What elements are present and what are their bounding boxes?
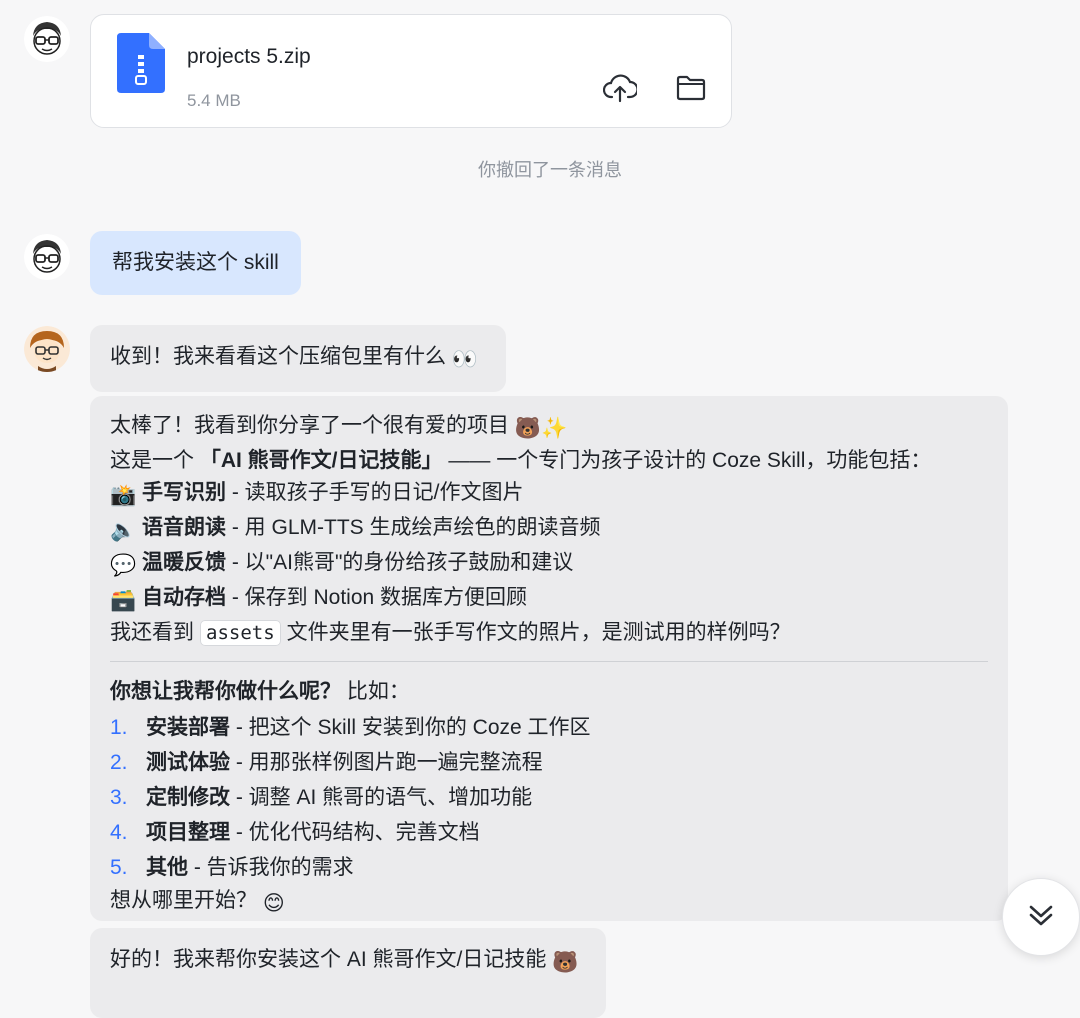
message-line: 我还看到 assets 文件夹里有一张手写作文的照片，是测试用的样例吗？	[110, 617, 988, 649]
bot-message-bubble: 太棒了！我看到你分享了一个很有爱的项目 🐻✨ 这是一个 「AI 熊哥作文/日记技…	[90, 396, 1008, 921]
question-heading: 你想让我帮你做什么呢？	[110, 680, 341, 703]
option-number: 5.	[110, 856, 128, 879]
option-title: 安装部署	[146, 716, 230, 739]
scroll-to-bottom-button[interactable]	[1002, 878, 1080, 956]
option-number: 2.	[110, 751, 128, 774]
option-title: 其他	[146, 856, 188, 879]
assets-suffix: 文件夹里有一张手写作文的照片，是测试用的样例吗？	[286, 621, 791, 644]
option-desc: - 用那张样例图片跑一遍完整流程	[230, 751, 543, 774]
bear-emoji: 🐻	[552, 951, 579, 974]
option-desc: - 把这个 Skill 安装到你的 Coze 工作区	[230, 716, 591, 739]
feature-title: 温暖反馈	[142, 551, 226, 574]
double-chevron-down-icon	[1027, 901, 1055, 934]
message-line: 这是一个 「AI 熊哥作文/日记技能」 —— 一个专门为孩子设计的 Coze S…	[110, 445, 988, 477]
option-number: 1.	[110, 716, 128, 739]
option-item: 3. 定制修改 - 调整 AI 熊哥的语气、增加功能	[110, 780, 988, 815]
feature-icon: 📸	[110, 484, 137, 507]
intro-prefix: 这是一个	[110, 449, 194, 472]
smile-emoji: 😊	[262, 892, 285, 915]
divider	[110, 661, 988, 662]
message-line: 太棒了！我看到你分享了一个很有爱的项目 🐻✨	[110, 410, 988, 445]
option-number: 3.	[110, 786, 128, 809]
option-item: 1. 安装部署 - 把这个 Skill 安装到你的 Coze 工作区	[110, 710, 988, 745]
user-avatar[interactable]	[24, 234, 70, 280]
option-item: 4. 项目整理 - 优化代码结构、完善文档	[110, 815, 988, 850]
bear-sparkles-emoji: 🐻✨	[514, 417, 568, 440]
option-desc: - 告诉我你的需求	[188, 856, 354, 879]
closing-text: 想从哪里开始？	[110, 889, 257, 912]
assets-prefix: 我还看到	[110, 621, 194, 644]
option-desc: - 优化代码结构、完善文档	[230, 821, 480, 844]
option-desc: - 调整 AI 熊哥的语气、增加功能	[230, 786, 533, 809]
user-message-bubble: 帮我安装这个 skill	[90, 231, 301, 295]
bot-message-bubble: 收到！我来看看这个压缩包里有什么 👀	[90, 325, 506, 392]
eyes-emoji: 👀	[451, 348, 478, 371]
skill-name: 「AI 熊哥作文/日记技能」	[199, 449, 443, 472]
feature-item: 🗃️ 自动存档 - 保存到 Notion 数据库方便回顾	[110, 582, 988, 617]
option-title: 定制修改	[146, 786, 230, 809]
bot-message-text: 好的！我来帮你安装这个 AI 熊哥作文/日记技能	[110, 948, 547, 971]
feature-icon: 🔈	[110, 519, 137, 542]
feature-icon: 🗃️	[110, 589, 137, 612]
bot-message-text: 收到！我来看看这个压缩包里有什么	[110, 345, 446, 368]
feature-list: 📸 手写识别 - 读取孩子手写的日记/作文图片 🔈 语音朗读 - 用 GLM-TT…	[110, 477, 988, 617]
option-item: 2. 测试体验 - 用那张样例图片跑一遍完整流程	[110, 745, 988, 780]
cloud-upload-icon[interactable]	[603, 71, 637, 105]
file-size: 5.4 MB	[187, 91, 241, 110]
feature-desc: - 用 GLM-TTS 生成绘声绘色的朗读音频	[226, 516, 601, 539]
feature-desc: - 读取孩子手写的日记/作文图片	[226, 481, 524, 504]
inline-code: assets	[200, 620, 281, 646]
feature-desc: - 保存到 Notion 数据库方便回顾	[226, 586, 528, 609]
user-message-text: 帮我安装这个 skill	[112, 251, 279, 274]
option-number: 4.	[110, 821, 128, 844]
file-attachment-card[interactable]: projects 5.zip 5.4 MB	[90, 14, 732, 128]
file-name: projects 5.zip	[187, 45, 311, 68]
options-list: 1. 安装部署 - 把这个 Skill 安装到你的 Coze 工作区 2. 测试体验 …	[110, 710, 988, 885]
folder-icon[interactable]	[674, 71, 708, 105]
feature-desc: - 以"AI熊哥"的身份给孩子鼓励和建议	[226, 551, 574, 574]
bot-avatar[interactable]	[24, 326, 70, 372]
recall-notice: 你撤回了一条消息	[478, 160, 622, 180]
intro-text: 太棒了！我看到你分享了一个很有爱的项目	[110, 414, 509, 437]
feature-title: 语音朗读	[142, 516, 226, 539]
zip-file-icon	[117, 33, 165, 98]
user-avatar[interactable]	[24, 16, 70, 62]
feature-title: 手写识别	[142, 481, 226, 504]
feature-icon: 💬	[110, 554, 137, 577]
feature-item: 🔈 语音朗读 - 用 GLM-TTS 生成绘声绘色的朗读音频	[110, 512, 988, 547]
option-item: 5. 其他 - 告诉我你的需求	[110, 850, 988, 885]
feature-item: 💬 温暖反馈 - 以"AI熊哥"的身份给孩子鼓励和建议	[110, 547, 988, 582]
message-line: 想从哪里开始？ 😊	[110, 885, 988, 920]
feature-item: 📸 手写识别 - 读取孩子手写的日记/作文图片	[110, 477, 988, 512]
intro-suffix: —— 一个专门为孩子设计的 Coze Skill，功能包括：	[448, 449, 932, 472]
question-suffix: 比如：	[341, 680, 410, 703]
option-title: 项目整理	[146, 821, 230, 844]
message-line: 你想让我帮你做什么呢？ 比如：	[110, 676, 988, 708]
option-title: 测试体验	[146, 751, 230, 774]
bot-message-bubble: 好的！我来帮你安装这个 AI 熊哥作文/日记技能 🐻	[90, 928, 607, 1018]
feature-title: 自动存档	[142, 586, 226, 609]
